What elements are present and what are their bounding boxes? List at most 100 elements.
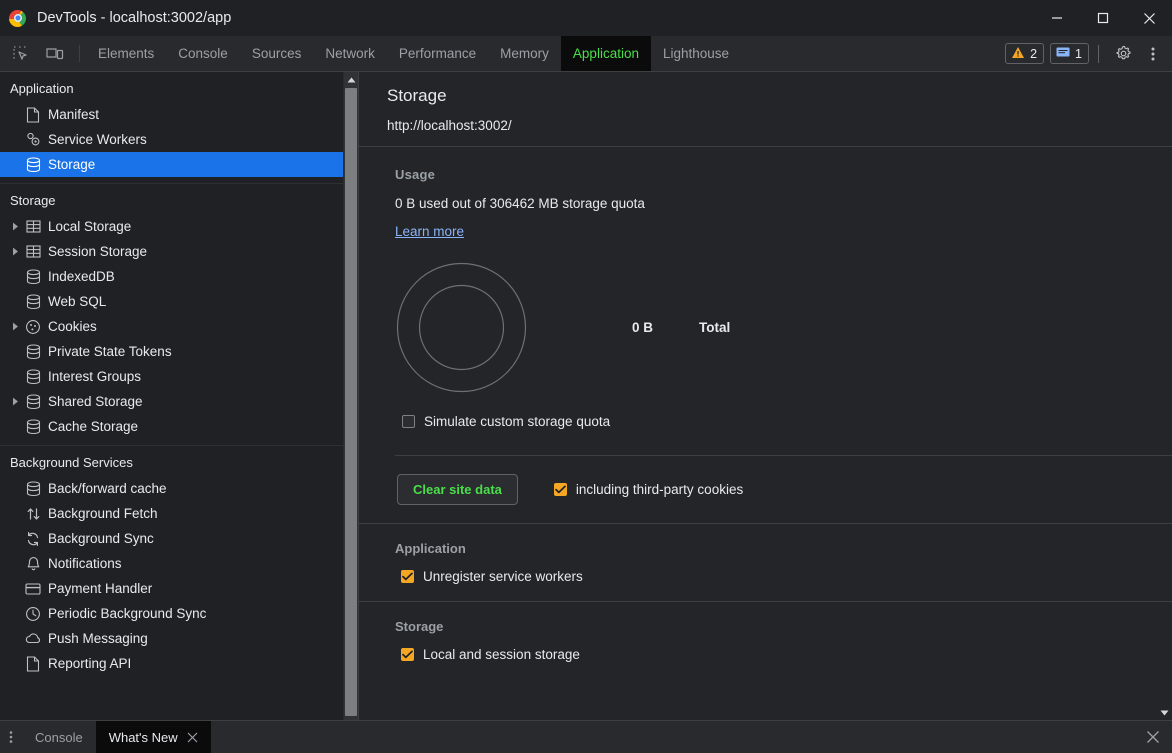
application-section-heading: Application bbox=[395, 541, 466, 556]
sidebar-scrollbar-track[interactable] bbox=[344, 87, 358, 716]
table-icon bbox=[22, 244, 44, 259]
sidebar-group-background-services: Background Services Back/forward cache B… bbox=[0, 445, 358, 682]
sidebar-item-private-state-tokens[interactable]: Private State Tokens bbox=[0, 339, 358, 364]
sidebar-item-notifications[interactable]: Notifications bbox=[0, 551, 358, 576]
document-icon bbox=[22, 106, 44, 123]
third-party-cookies-row[interactable]: including third-party cookies bbox=[553, 482, 743, 497]
drawer-tab-label: Console bbox=[35, 729, 83, 745]
sidebar-item-web-sql[interactable]: Web SQL bbox=[0, 289, 358, 314]
sidebar-item-label: Web SQL bbox=[48, 294, 107, 309]
sidebar-item-payment-handler[interactable]: Payment Handler bbox=[0, 576, 358, 601]
title-bar-left: DevTools - localhost:3002/app bbox=[0, 9, 1034, 27]
inspect-element-icon[interactable] bbox=[4, 36, 38, 71]
simulate-quota-checkbox[interactable] bbox=[402, 415, 415, 428]
local-session-storage-row[interactable]: Local and session storage bbox=[401, 647, 1172, 662]
minimize-button[interactable] bbox=[1034, 0, 1080, 36]
local-session-storage-label: Local and session storage bbox=[423, 647, 580, 662]
sidebar-item-shared-storage[interactable]: Shared Storage bbox=[0, 389, 358, 414]
drawer-spacer bbox=[211, 721, 1134, 753]
local-session-storage-checkbox[interactable] bbox=[401, 648, 414, 661]
expand-arrow-icon[interactable] bbox=[8, 397, 22, 406]
maximize-button[interactable] bbox=[1080, 0, 1126, 36]
tab-application[interactable]: Application bbox=[560, 36, 651, 71]
close-icon[interactable] bbox=[187, 732, 198, 743]
panel-tabs: Elements Console Sources Network Perform… bbox=[86, 36, 1005, 71]
clear-site-data-button[interactable]: Clear site data bbox=[397, 474, 518, 505]
sidebar-item-label: Storage bbox=[48, 157, 96, 172]
sidebar-item-label: Payment Handler bbox=[48, 581, 153, 596]
origin-url: http://localhost:3002/ bbox=[387, 118, 512, 133]
unregister-service-workers-checkbox[interactable] bbox=[401, 570, 414, 583]
sidebar-item-label: Periodic Background Sync bbox=[48, 606, 207, 621]
learn-more-link[interactable]: Learn more bbox=[395, 224, 464, 239]
tab-console[interactable]: Console bbox=[166, 36, 240, 71]
drawer-tab-console[interactable]: Console bbox=[22, 721, 96, 753]
sidebar-item-label: Notifications bbox=[48, 556, 122, 571]
expand-arrow-icon[interactable] bbox=[8, 247, 22, 256]
sidebar-item-label: Reporting API bbox=[48, 656, 132, 671]
close-drawer-button[interactable] bbox=[1134, 721, 1172, 753]
sidebar-scrollbar[interactable] bbox=[343, 72, 358, 720]
application-clear-section: Application Unregister service workers bbox=[359, 523, 1172, 601]
drawer-tab-label: What's New bbox=[108, 729, 178, 745]
close-button[interactable] bbox=[1126, 0, 1172, 36]
sidebar-item-label: Cache Storage bbox=[48, 419, 139, 434]
kebab-menu-icon[interactable] bbox=[0, 721, 22, 753]
sidebar-item-cookies[interactable]: Cookies bbox=[0, 314, 358, 339]
tab-elements[interactable]: Elements bbox=[86, 36, 166, 71]
chrome-logo-icon bbox=[9, 9, 26, 27]
sidebar-item-session-storage[interactable]: Session Storage bbox=[0, 239, 358, 264]
drawer-tab-whats-new[interactable]: What's New bbox=[95, 721, 211, 753]
gear-icon[interactable] bbox=[1108, 39, 1138, 69]
sidebar-item-background-fetch[interactable]: Background Fetch bbox=[0, 501, 358, 526]
sidebar-item-service-workers[interactable]: Service Workers bbox=[0, 127, 358, 152]
storage-panel: Storage http://localhost:3002/ Usage 0 B… bbox=[358, 72, 1172, 720]
database-icon bbox=[22, 268, 44, 285]
simulate-quota-label: Simulate custom storage quota bbox=[424, 414, 611, 429]
sidebar-scrollbar-thumb[interactable] bbox=[345, 88, 357, 716]
tab-memory[interactable]: Memory bbox=[488, 36, 561, 71]
unregister-service-workers-row[interactable]: Unregister service workers bbox=[401, 569, 1172, 584]
scroll-up-arrow-icon[interactable] bbox=[344, 72, 358, 87]
sidebar-item-cache-storage[interactable]: Cache Storage bbox=[0, 414, 358, 439]
panel-scrollbar[interactable] bbox=[1157, 72, 1172, 720]
sidebar-item-label: Local Storage bbox=[48, 219, 132, 234]
sidebar-item-label: Cookies bbox=[48, 319, 97, 334]
message-count: 1 bbox=[1075, 46, 1082, 61]
sidebar-item-reporting-api[interactable]: Reporting API bbox=[0, 651, 358, 676]
sidebar-item-back-forward-cache[interactable]: Back/forward cache bbox=[0, 476, 358, 501]
sidebar-item-storage[interactable]: Storage bbox=[0, 152, 358, 177]
sidebar-group-application: Application Manifest Service Workers Sto… bbox=[0, 72, 358, 183]
simulate-quota-row[interactable]: Simulate custom storage quota bbox=[402, 414, 1172, 429]
device-toolbar-icon[interactable] bbox=[38, 36, 72, 71]
message-icon bbox=[1056, 46, 1070, 62]
sidebar-item-push-messaging[interactable]: Push Messaging bbox=[0, 626, 358, 651]
credit-card-icon bbox=[22, 582, 44, 596]
sidebar-heading-background-services: Background Services bbox=[10, 455, 133, 470]
clear-site-data-row: Clear site data including third-party co… bbox=[359, 456, 1172, 523]
tab-lighthouse[interactable]: Lighthouse bbox=[651, 36, 741, 71]
message-badge[interactable]: 1 bbox=[1050, 43, 1089, 64]
expand-arrow-icon[interactable] bbox=[8, 222, 22, 231]
tab-network[interactable]: Network bbox=[313, 36, 387, 71]
drawer: Console What's New bbox=[0, 720, 1172, 753]
scroll-down-arrow-icon[interactable] bbox=[1157, 705, 1172, 720]
application-sidebar: Application Manifest Service Workers Sto… bbox=[0, 72, 358, 720]
sidebar-item-interest-groups[interactable]: Interest Groups bbox=[0, 364, 358, 389]
devtools-window: DevTools - localhost:3002/app Elements C… bbox=[0, 0, 1172, 753]
usage-text: 0 B used out of 306462 MB storage quota bbox=[395, 196, 645, 211]
sidebar-item-periodic-background-sync[interactable]: Periodic Background Sync bbox=[0, 601, 358, 626]
sidebar-item-background-sync[interactable]: Background Sync bbox=[0, 526, 358, 551]
database-icon bbox=[22, 368, 44, 385]
database-icon bbox=[22, 393, 44, 410]
sidebar-item-manifest[interactable]: Manifest bbox=[0, 102, 358, 127]
tab-sources[interactable]: Sources bbox=[240, 36, 314, 71]
sidebar-item-local-storage[interactable]: Local Storage bbox=[0, 214, 358, 239]
third-party-cookies-checkbox[interactable] bbox=[553, 483, 567, 496]
kebab-menu-icon[interactable] bbox=[1138, 39, 1168, 69]
expand-arrow-icon[interactable] bbox=[8, 322, 22, 331]
sidebar-item-indexeddb[interactable]: IndexedDB bbox=[0, 264, 358, 289]
warning-badge[interactable]: 2 bbox=[1005, 43, 1045, 64]
gears-icon bbox=[22, 131, 44, 148]
tab-performance[interactable]: Performance bbox=[387, 36, 488, 71]
